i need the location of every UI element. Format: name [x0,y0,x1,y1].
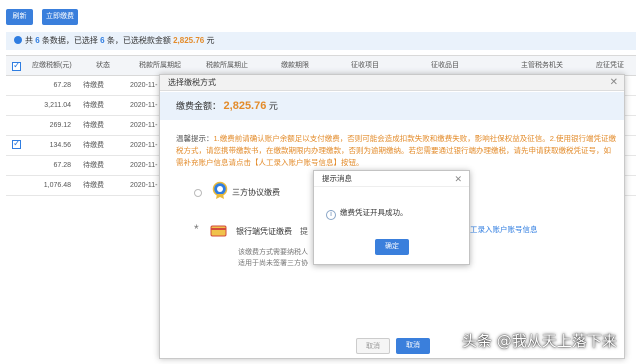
watermark: 头条 @我从天上落下来 [462,332,617,350]
dialog-message-row: i 缴费凭证开具成功。 [326,207,408,220]
medal-icon [212,181,228,199]
row-checkbox[interactable] [12,138,21,149]
payment-notice: 温馨提示：1.缴费前请确认账户余额足以支付缴费，否则可能会造成扣款失败和缴费失败… [176,134,617,167]
selection-summary: 共 6 条数据，已选择 6 条，已选税款金额 2,825.76 元 [6,32,636,50]
col-header: 应征凭证 [596,62,624,69]
dialog-title-bar: 提示消息 ✕ [314,171,469,187]
col-header: 缴款期限 [281,62,309,69]
cancel-button[interactable]: 取消 [396,338,430,354]
cancel-button-disabled[interactable]: 取消 [356,338,390,354]
dialog-title: 提示消息 [322,174,352,183]
toolbar: 刷新 立即缴费 [0,0,640,30]
info-icon: i [326,210,336,220]
col-header: 应缴税额(元) [32,62,72,69]
payment-amount-bar: 缴费金额： 2,825.76 元 [160,92,624,120]
col-header: 税款所属期止 [206,62,248,69]
ok-button[interactable]: 确定 [375,239,409,255]
col-header: 税款所属期起 [139,62,181,69]
refresh-button[interactable]: 刷新 [6,9,33,25]
select-all-checkbox[interactable] [12,60,21,71]
option-radio[interactable] [194,189,202,197]
close-icon[interactable]: ✕ [610,75,618,91]
message-dialog: 提示消息 ✕ i 缴费凭证开具成功。 确定 [313,170,470,265]
selected-count: 6 [100,36,105,45]
manual-account-entry-link[interactable]: 工录入账户账号信息 [470,224,538,235]
close-icon[interactable]: ✕ [454,171,462,187]
modal-title-bar: 选择缴税方式 ✕ [160,75,624,91]
option-title: 银行端凭证缴费 [236,227,292,236]
modal-title: 选择缴税方式 [168,78,216,87]
table-header: 应缴税额(元) 状态 税款所属期起 税款所属期止 缴款期限 征收项目 征收品目 … [6,56,636,76]
option-note: 该缴费方式需要纳税人 [238,249,308,256]
selected-amount: 2,825.76 [173,36,205,45]
col-header: 主管税务机关 [521,62,563,69]
payment-amount: 2,825.76 [223,100,267,112]
bank-card-icon [210,225,227,237]
option-title: 三方协议缴费 [232,188,280,197]
pay-now-button[interactable]: 立即缴费 [42,9,78,25]
info-dot-icon [14,36,22,44]
dialog-message: 缴费凭证开具成功。 [340,208,408,217]
required-asterisk-icon: * [194,222,199,236]
option-note: 适用于尚未签署三方协 [238,260,308,267]
col-header: 征收项目 [351,62,379,69]
col-header: 状态 [96,62,110,69]
col-header: 征收品目 [431,62,459,69]
total-count: 6 [35,36,40,45]
